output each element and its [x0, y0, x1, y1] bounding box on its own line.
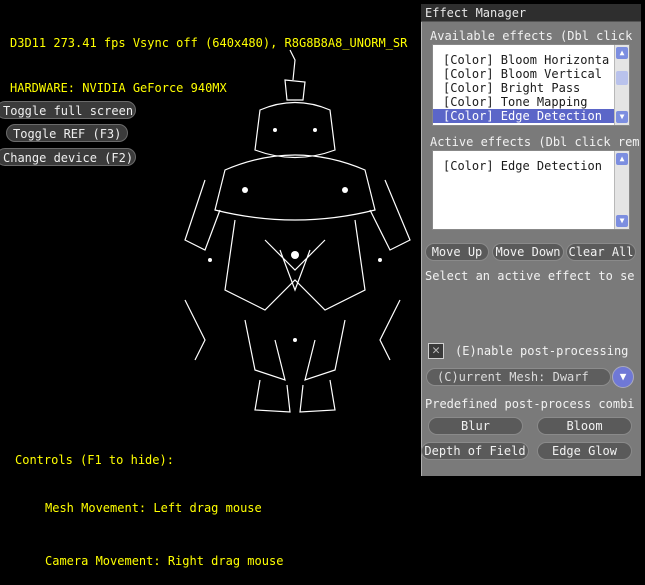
select-effect-hint: Select an active effect to se	[425, 269, 635, 283]
predefined-combos-label: Predefined post-process combi	[425, 397, 635, 411]
available-effects-scrollbar[interactable]: ▲ ▼	[614, 45, 629, 125]
scroll-down-icon[interactable]: ▼	[616, 215, 628, 227]
edge-glow-button[interactable]: Edge Glow	[537, 442, 632, 460]
scroll-down-icon[interactable]: ▼	[616, 111, 628, 123]
active-effects-scrollbar[interactable]: ▲ ▼	[614, 151, 629, 229]
depth-of-field-button[interactable]: Depth of Field	[421, 442, 529, 460]
scroll-up-icon[interactable]: ▲	[616, 47, 628, 59]
available-effects-list[interactable]: [Color] Bloom Horizonta [Color] Bloom Ve…	[432, 44, 630, 126]
dwarf-model-render[interactable]	[165, 40, 425, 430]
active-effects-label: Active effects (Dbl click rem	[430, 135, 640, 149]
list-item[interactable]: [Color] Tone Mapping	[433, 95, 629, 109]
mesh-movement-help: Mesh Movement: Left drag mouse	[45, 501, 262, 515]
checkbox-icon[interactable]: ✕	[428, 343, 444, 359]
active-effects-list[interactable]: [Color] Edge Detection ▲ ▼	[432, 150, 630, 230]
enable-post-processing-label[interactable]: (E)nable post-processing	[455, 344, 640, 358]
move-down-button[interactable]: Move Down	[492, 243, 564, 261]
scroll-up-icon[interactable]: ▲	[616, 153, 628, 165]
available-effects-label: Available effects (Dbl click	[430, 29, 633, 43]
blur-button[interactable]: Blur	[428, 417, 523, 435]
controls-title: Controls (F1 to hide):	[15, 453, 174, 467]
bloom-button[interactable]: Bloom	[537, 417, 632, 435]
current-mesh-dropdown[interactable]: (C)urrent Mesh: Dwarf	[426, 368, 611, 386]
scroll-thumb[interactable]	[616, 71, 628, 85]
change-device-button[interactable]: Change device (F2)	[0, 148, 136, 166]
chevron-down-icon[interactable]: ▼	[612, 366, 634, 388]
toggle-full-screen-button[interactable]: Toggle full screen	[0, 101, 136, 119]
clear-all-button[interactable]: Clear All	[566, 243, 636, 261]
move-up-button[interactable]: Move Up	[425, 243, 489, 261]
list-item[interactable]: [Color] Bloom Horizonta	[433, 53, 629, 67]
effect-manager-titlebar[interactable]: Effect Manager	[421, 4, 641, 22]
list-item[interactable]: [Color] Bright Pass	[433, 81, 629, 95]
list-item-selected[interactable]: [Color] Edge Detection	[433, 109, 629, 123]
list-item[interactable]: [Color] Bloom Vertical	[433, 67, 629, 81]
controls-help: Controls (F1 to hide): Mesh Movement: Le…	[15, 420, 283, 585]
camera-movement-help: Camera Movement: Right drag mouse	[45, 554, 284, 568]
list-item[interactable]: [Color] Edge Detection	[433, 159, 629, 173]
toggle-ref-button[interactable]: Toggle REF (F3)	[6, 124, 128, 142]
